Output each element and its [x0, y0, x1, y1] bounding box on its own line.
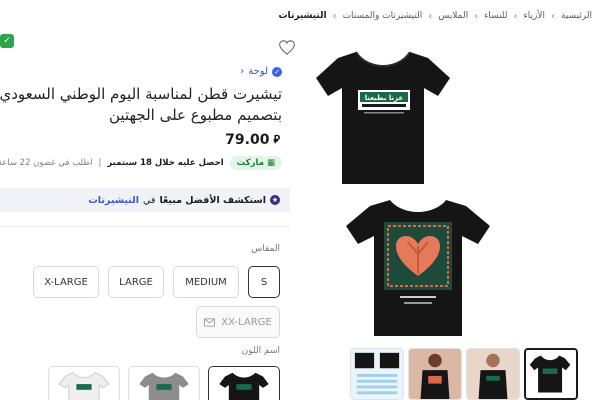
size-option-xx-large[interactable]: XX-LARGE	[196, 306, 280, 338]
bestseller-banner[interactable]: ★ استكشف الأفضل مبيعًا في التيشيرتات	[0, 188, 290, 212]
cart-check-icon[interactable]: ✓	[0, 34, 14, 48]
chevron-left-icon: ‹	[551, 10, 555, 22]
product-title-line-1: تيشيرت قطن لمناسبة اليوم الوطني السعودي	[0, 85, 282, 103]
brand-link[interactable]: ✓ لوحة ‹	[240, 66, 282, 77]
breadcrumb-tshirts-tops[interactable]: التيشيرتات والمسنات	[343, 11, 423, 21]
color-option-white[interactable]	[48, 366, 120, 400]
order-window: اطلب في غضون 22 ساعة 1	[0, 158, 93, 168]
chevron-left-icon: ‹	[240, 66, 245, 77]
product-title-line-2: بتصميم مطبوع على الجهتين	[109, 106, 282, 124]
size-option-x-large[interactable]: X-LARGE	[33, 266, 99, 298]
chevron-left-icon: ‹	[513, 10, 518, 22]
size-option-medium[interactable]: MEDIUM	[173, 266, 239, 298]
divider	[0, 226, 290, 227]
size-option-large[interactable]: LARGE	[108, 266, 164, 298]
breadcrumb: الرئيسية ‹ الأزياء ‹ للنساء ‹ الملابس ‹ …	[230, 8, 592, 24]
color-option-black[interactable]	[208, 366, 280, 400]
color-label: اسم اللون	[241, 346, 280, 356]
bestseller-lead: استكشف الأفضل مبيعًا	[159, 194, 266, 206]
verified-icon: ✓	[272, 66, 282, 77]
delivery-date: احصل عليه خلال 18 سبتمبر	[107, 158, 224, 168]
thumbnail-2[interactable]	[466, 348, 520, 400]
mail-icon	[204, 317, 216, 327]
price-value: 79.00	[225, 132, 270, 148]
thumbnail-strip	[350, 348, 578, 400]
bestseller-in: في	[142, 194, 156, 206]
riyal-icon: ⃁	[273, 133, 280, 146]
chevron-left-icon: ‹	[332, 10, 337, 22]
store-icon: ▦	[266, 158, 275, 168]
size-options: S MEDIUM LARGE X-LARGE	[33, 266, 280, 298]
breadcrumb-women[interactable]: للنساء	[484, 11, 507, 21]
breadcrumb-home[interactable]: الرئيسية	[561, 11, 592, 21]
brand-name: لوحة	[248, 66, 268, 77]
thumbnail-1[interactable]	[524, 348, 578, 400]
thumbnail-4[interactable]	[350, 348, 404, 400]
breadcrumb-clothing[interactable]: الملابس	[438, 11, 468, 21]
product-image-front[interactable]: عزنا بطبعنا	[308, 42, 458, 192]
breadcrumb-tshirts: التيشيرتات	[278, 11, 327, 21]
thumbnail-3[interactable]	[408, 348, 462, 400]
size-option-s[interactable]: S	[248, 266, 280, 298]
chevron-left-icon: ‹	[474, 10, 479, 22]
chevron-left-icon: ‹	[428, 10, 433, 22]
product-gallery: عزنا بطبعنا	[279, 30, 600, 400]
size-label: المقاس	[251, 244, 280, 254]
product-image-back[interactable]	[338, 192, 498, 342]
delivery-info: ▦ ماركت احصل عليه خلال 18 سبتمبر | اطلب …	[0, 156, 282, 170]
delivery-separator: |	[98, 158, 102, 168]
price: ⃁ 79.00	[225, 132, 280, 148]
color-options	[48, 366, 280, 400]
product-info-panel: ✓ ✓ لوحة ‹ تيشيرت قطن لمناسبة اليوم الوط…	[0, 28, 290, 400]
size-option-xx-large-label: XX-LARGE	[221, 316, 272, 328]
star-icon: ★	[270, 195, 280, 205]
breadcrumb-fashion[interactable]: الأزياء	[524, 11, 545, 21]
bestseller-category-link[interactable]: التيشيرتات	[88, 195, 139, 206]
shirt-print-text: عزنا بطبعنا	[365, 94, 404, 102]
market-badge: ▦ ماركت	[229, 156, 282, 170]
product-title: تيشيرت قطن لمناسبة اليوم الوطني السعودي …	[0, 84, 282, 126]
color-option-grey[interactable]	[128, 366, 200, 400]
